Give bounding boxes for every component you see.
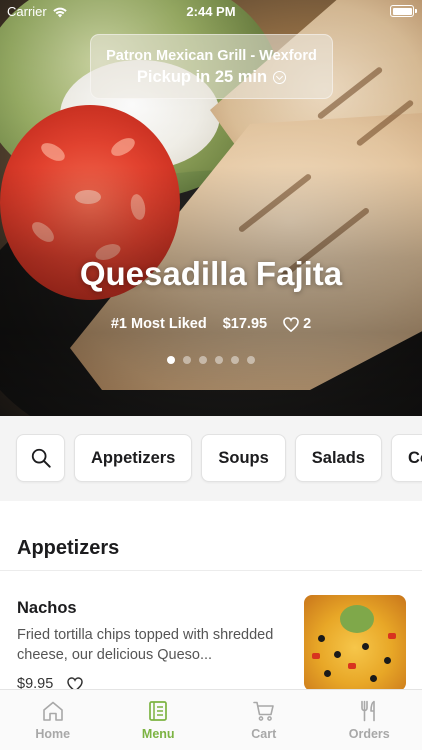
status-time: 2:44 PM	[186, 4, 236, 19]
menu-item[interactable]: Nachos Fried tortilla chips topped with …	[0, 571, 422, 692]
featured-title: Quesadilla Fajita	[79, 255, 343, 292]
carousel-dot[interactable]	[183, 356, 191, 364]
pickup-time-row: Pickup in 25 min	[91, 68, 332, 87]
search-icon	[31, 448, 51, 468]
carousel-dot[interactable]	[231, 356, 239, 364]
category-bar: Appetizers Soups Salads Co	[0, 416, 422, 501]
category-chip-partial[interactable]: Co	[390, 434, 422, 482]
carousel-dot[interactable]	[247, 356, 255, 364]
chevron-down-icon	[273, 71, 287, 84]
category-chips: Appetizers Soups Salads Co	[16, 434, 422, 482]
tab-home[interactable]: Home	[0, 690, 106, 750]
tab-menu[interactable]: Menu	[106, 690, 212, 750]
carousel-dots[interactable]	[0, 356, 422, 364]
section-title: Appetizers	[17, 537, 120, 559]
orders-icon	[361, 700, 376, 722]
tab-bar: Home Menu Cart Orders	[0, 689, 422, 750]
store-name: Patron Mexican Grill - Wexford	[106, 48, 317, 64]
featured-rank: #1 Most Liked	[110, 316, 207, 332]
menu-item-name: Nachos	[17, 599, 77, 617]
store-selector[interactable]: Patron Mexican Grill - Wexford Pickup in…	[90, 34, 333, 99]
menu-item-image	[304, 595, 406, 691]
tab-cart[interactable]: Cart	[211, 690, 317, 750]
pickup-time: Pickup in 25 min	[136, 68, 268, 86]
featured-price: $17.95	[222, 316, 268, 332]
featured-likes-count: 2	[303, 316, 312, 332]
featured-likes[interactable]: 2	[283, 316, 311, 332]
category-chip-appetizers[interactable]: Appetizers	[74, 434, 193, 482]
carousel-dot[interactable]	[199, 356, 207, 364]
featured-meta: #1 Most Liked $17.95 2	[0, 316, 422, 332]
tab-orders-label: Orders	[348, 727, 390, 741]
category-chip-soups[interactable]: Soups	[201, 434, 286, 482]
carousel-dot[interactable]	[215, 356, 223, 364]
home-icon	[42, 701, 63, 721]
tab-cart-label: Cart	[251, 727, 277, 741]
menu-item-description: Fried tortilla chips topped with shredde…	[17, 627, 274, 663]
tab-menu-label: Menu	[141, 727, 175, 741]
menu-icon	[149, 701, 168, 721]
battery-icon	[390, 5, 417, 17]
tab-home-label: Home	[35, 727, 71, 741]
cart-icon	[252, 701, 274, 721]
search-button[interactable]	[16, 434, 65, 482]
carousel-dot[interactable]	[167, 356, 175, 364]
category-chip-salads[interactable]: Salads	[294, 434, 382, 482]
status-bar: Carrier 2:44 PM	[0, 0, 422, 22]
heart-icon	[283, 316, 299, 332]
tab-orders[interactable]: Orders	[317, 690, 422, 750]
